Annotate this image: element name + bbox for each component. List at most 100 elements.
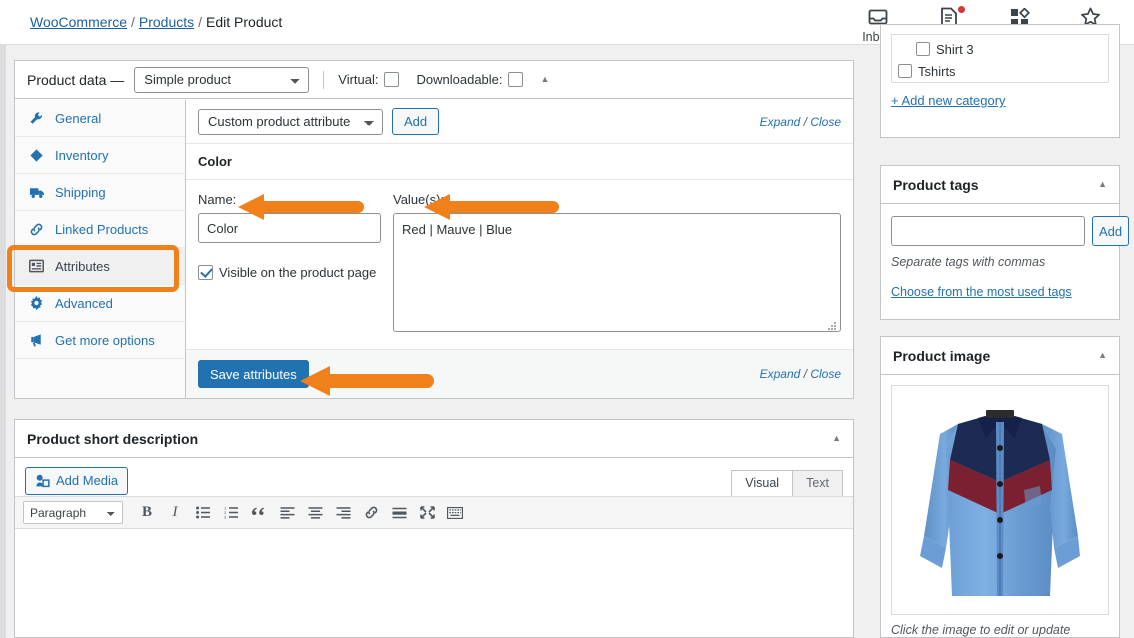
megaphone-icon — [29, 333, 46, 348]
add-attribute-button[interactable]: Add — [392, 108, 440, 135]
tab-label-get-more-options: Get more options — [55, 332, 155, 348]
attributes-tab-content: Custom product attribute Add Expand / Cl… — [186, 100, 853, 398]
tab-shipping[interactable]: Shipping — [15, 174, 185, 211]
close-link-top[interactable]: Close — [810, 115, 841, 129]
breadcrumb-products[interactable]: Products — [139, 14, 194, 30]
downloadable-checkbox[interactable] — [507, 72, 523, 87]
category-label-tshirts: Tshirts — [918, 63, 956, 79]
numbered-list-icon[interactable]: 123 — [217, 500, 245, 526]
svg-text:3: 3 — [224, 515, 227, 519]
tab-label-linked-shipping: Shipping — [55, 184, 106, 200]
breadcrumb-separator-2: / — [198, 14, 203, 30]
visible-on-product-page-label: Visible on the product page — [219, 265, 377, 280]
tag-input-row: Add — [881, 204, 1130, 246]
tab-advanced[interactable]: Advanced — [15, 285, 185, 322]
read-more-icon[interactable] — [385, 500, 413, 526]
attribute-name-input[interactable] — [198, 213, 381, 243]
align-center-icon[interactable] — [301, 500, 329, 526]
expand-link-bottom[interactable]: Expand — [760, 367, 801, 381]
attribute-values-label: Value(s): — [393, 192, 445, 207]
product-type-select[interactable]: Simple product — [134, 66, 310, 93]
attribute-values-column: Value(s): Red | Mauve | Blue — [393, 192, 841, 335]
product-tags-collapse-icon[interactable]: ▲ — [1098, 180, 1107, 189]
orders-badge-dot — [958, 6, 965, 13]
product-image-caption: Click the image to edit or update — [891, 623, 1071, 637]
textarea-resize-grip[interactable] — [828, 322, 838, 332]
product-data-body: General Inventory Shipping Linked Produc… — [7, 100, 853, 398]
toolbar-toggle-icon[interactable] — [441, 500, 469, 526]
diamond-icon — [29, 148, 46, 163]
short-description-editor-area[interactable] — [16, 531, 852, 637]
align-left-icon[interactable] — [273, 500, 301, 526]
blockquote-icon[interactable] — [245, 500, 273, 526]
add-media-button[interactable]: Add Media — [25, 466, 129, 495]
visible-on-product-page-checkbox[interactable] — [198, 265, 213, 280]
tab-inventory[interactable]: Inventory — [15, 137, 185, 174]
expand-link-top[interactable]: Expand — [760, 115, 801, 129]
tab-text[interactable]: Text — [793, 470, 843, 496]
link-icon — [29, 222, 46, 237]
header-divider — [323, 70, 325, 89]
breadcrumb-woocommerce[interactable]: WooCommerce — [30, 14, 127, 30]
product-data-title: Product data — — [27, 71, 125, 88]
attribute-values-textarea[interactable]: Red | Mauve | Blue — [393, 213, 841, 332]
tab-attributes[interactable]: Attributes — [15, 248, 185, 285]
save-attributes-button[interactable]: Save attributes — [198, 360, 309, 388]
product-tag-input[interactable] — [891, 216, 1085, 246]
tab-get-more-options[interactable]: Get more options — [15, 322, 185, 359]
left-gutter — [0, 45, 6, 638]
truck-icon — [29, 185, 46, 200]
product-tags-title: Product tags — [893, 176, 979, 193]
bold-icon[interactable]: B — [133, 500, 161, 526]
short-description-title: Product short description — [27, 430, 199, 447]
category-list[interactable]: Shirt 3 Tshirts — [891, 34, 1109, 83]
virtual-label: Virtual: — [338, 72, 379, 87]
attribute-row-heading[interactable]: Color — [186, 144, 853, 180]
category-item-tshirts[interactable]: Tshirts — [898, 60, 1102, 82]
product-image-collapse-icon[interactable]: ▲ — [1098, 351, 1107, 360]
tab-visual[interactable]: Visual — [731, 470, 794, 496]
tab-label-advanced: Advanced — [55, 295, 113, 311]
breadcrumb-separator-1: / — [131, 14, 135, 30]
insert-link-icon[interactable] — [357, 500, 385, 526]
product-image-thumbnail[interactable] — [891, 385, 1109, 615]
downloadable-label: Downloadable: — [416, 72, 503, 87]
add-media-icon — [35, 474, 50, 488]
tab-label-linked-products: Linked Products — [55, 221, 149, 237]
shirt-illustration — [920, 410, 1080, 596]
short-description-media-row: Add Media Visual Text — [15, 458, 853, 496]
category-item-shirt-3[interactable]: Shirt 3 — [898, 38, 1102, 60]
most-used-tags-link[interactable]: Choose from the most used tags — [891, 285, 1072, 299]
downloadable-checkbox-group[interactable]: Downloadable: — [417, 72, 523, 87]
product-data-header: Product data — Simple product Virtual: D… — [15, 61, 853, 99]
fullscreen-icon[interactable] — [413, 500, 441, 526]
product-data-panel: Product data — Simple product Virtual: D… — [7, 60, 854, 399]
tab-general[interactable]: General — [15, 100, 185, 137]
paragraph-format-select[interactable]: Paragraph — [23, 501, 123, 524]
product-categories-panel: Shirt 3 Tshirts + Add new category — [880, 24, 1120, 138]
wrench-icon — [29, 111, 46, 126]
italic-icon[interactable]: I — [161, 500, 189, 526]
virtual-checkbox-group[interactable]: Virtual: — [338, 72, 399, 87]
short-description-header: Product short description ▲ — [15, 420, 853, 458]
product-data-collapse-icon[interactable]: ▲ — [541, 75, 550, 84]
category-checkbox-tshirts[interactable] — [898, 64, 912, 78]
tab-linked-products[interactable]: Linked Products — [15, 211, 185, 248]
breadcrumb-current: Edit Product — [206, 14, 283, 30]
product-image-title: Product image — [893, 347, 991, 364]
align-right-icon[interactable] — [329, 500, 357, 526]
short-description-collapse-icon[interactable]: ▲ — [832, 434, 841, 443]
category-checkbox-shirt-3[interactable] — [916, 42, 930, 56]
tab-label-inventory: Inventory — [55, 147, 109, 163]
expand-close-top: Expand / Close — [760, 115, 841, 129]
product-short-description-panel: Product short description ▲ Add Media Vi… — [14, 419, 854, 638]
close-link-bottom[interactable]: Close — [810, 367, 841, 381]
bulleted-list-icon[interactable] — [189, 500, 217, 526]
add-tag-button[interactable]: Add — [1092, 216, 1130, 246]
virtual-checkbox[interactable] — [383, 72, 399, 87]
expand-close-slash-top: / — [800, 114, 811, 129]
attributes-toolbar: Custom product attribute Add Expand / Cl… — [186, 100, 853, 144]
add-new-category-link[interactable]: + Add new category — [891, 93, 1006, 108]
attribute-type-select[interactable]: Custom product attribute — [198, 108, 383, 135]
visible-on-product-page-row[interactable]: Visible on the product page — [198, 265, 381, 280]
